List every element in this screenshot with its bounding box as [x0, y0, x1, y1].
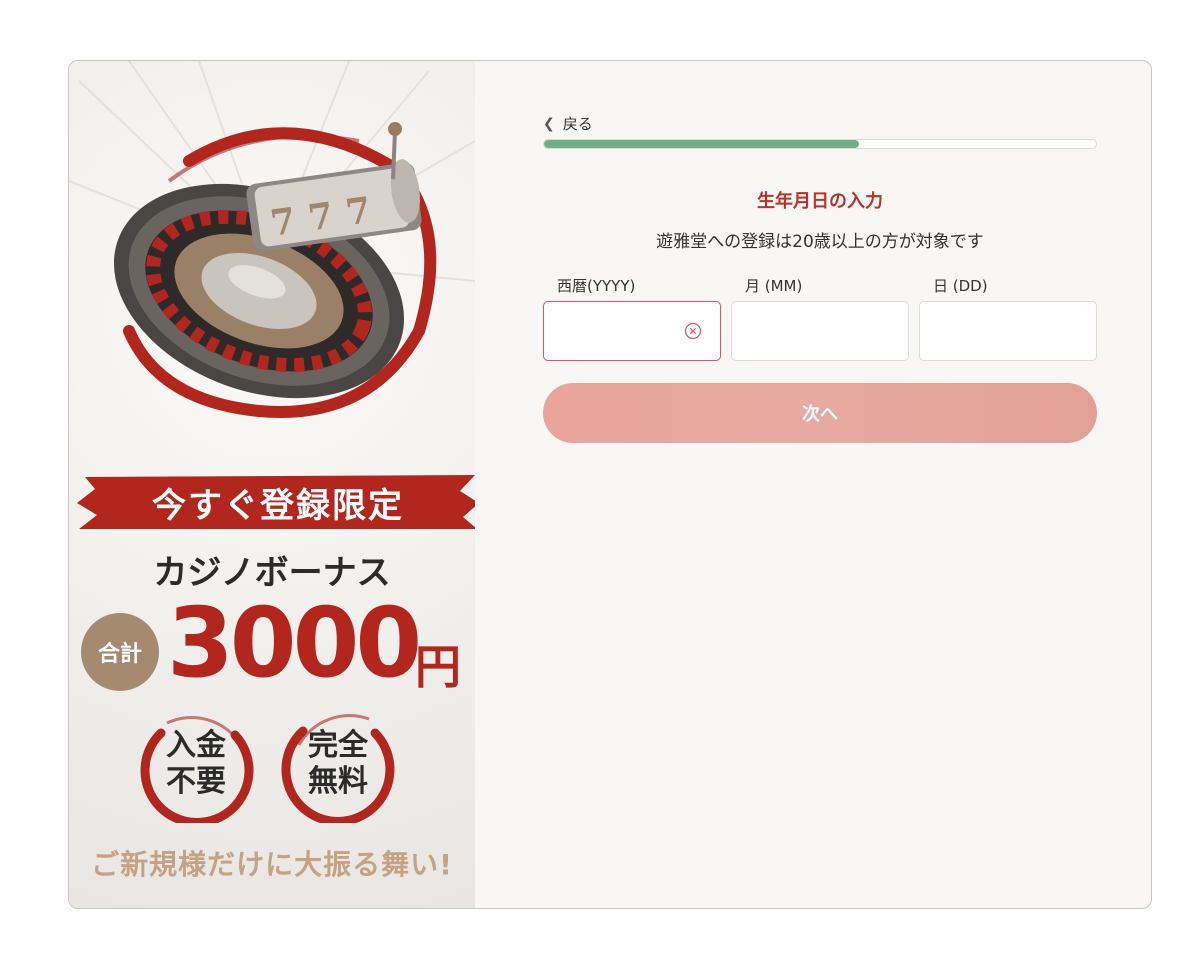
progress-bar [543, 139, 1097, 149]
seal-right-line-1: 完全 [308, 728, 368, 763]
year-label: 西暦(YYYY) [557, 277, 636, 295]
day-input[interactable] [920, 302, 1074, 358]
month-input[interactable] [732, 302, 886, 358]
seal-left-line-2: 不要 [166, 764, 226, 799]
month-field [731, 301, 909, 361]
day-field [919, 301, 1097, 361]
day-label: 日 (DD) [933, 277, 988, 295]
chevron-left-icon: ❮ [543, 115, 555, 132]
back-button[interactable]: ❮ 戻る [543, 113, 593, 134]
next-button[interactable]: 次へ [543, 383, 1097, 443]
seal-completely-free: 完全 無料 [279, 705, 397, 823]
form-subheading: 遊雅堂への登録は20歳以上の方が対象です [656, 232, 984, 252]
month-label: 月 (MM) [745, 277, 803, 295]
promo-tagline: ご新規様だけに大振る舞い! [91, 848, 453, 881]
total-badge: 合計 [81, 613, 159, 691]
back-label: 戻る [562, 115, 593, 133]
seal-left-line-1: 入金 [166, 728, 226, 763]
bonus-amount: 3000 [167, 587, 422, 699]
banner-text: 今すぐ登録限定 [152, 485, 404, 526]
limited-banner: 今すぐ登録限定 [75, 473, 475, 531]
year-input[interactable] [544, 302, 698, 358]
registration-modal: 7 7 7 今すぐ登録限定 カジノボーナス 合計 3000 円 入金 不要 完全… [68, 60, 1152, 909]
year-field [543, 301, 721, 361]
currency-label: 円 [415, 640, 461, 694]
roulette-slot-illustration: 7 7 7 [69, 61, 475, 418]
progress-fill [544, 140, 859, 148]
seal-right-line-2: 無料 [308, 764, 368, 799]
form-heading: 生年月日の入力 [757, 191, 883, 212]
promo-panel: 7 7 7 今すぐ登録限定 カジノボーナス 合計 3000 円 入金 不要 完全… [69, 61, 475, 908]
clear-circle-icon[interactable] [684, 322, 702, 340]
birthdate-form: ❮ 戻る 生年月日の入力 遊雅堂への登録は20歳以上の方が対象です 西暦(YYY… [475, 61, 1151, 908]
seal-no-deposit: 入金 不要 [137, 705, 255, 823]
